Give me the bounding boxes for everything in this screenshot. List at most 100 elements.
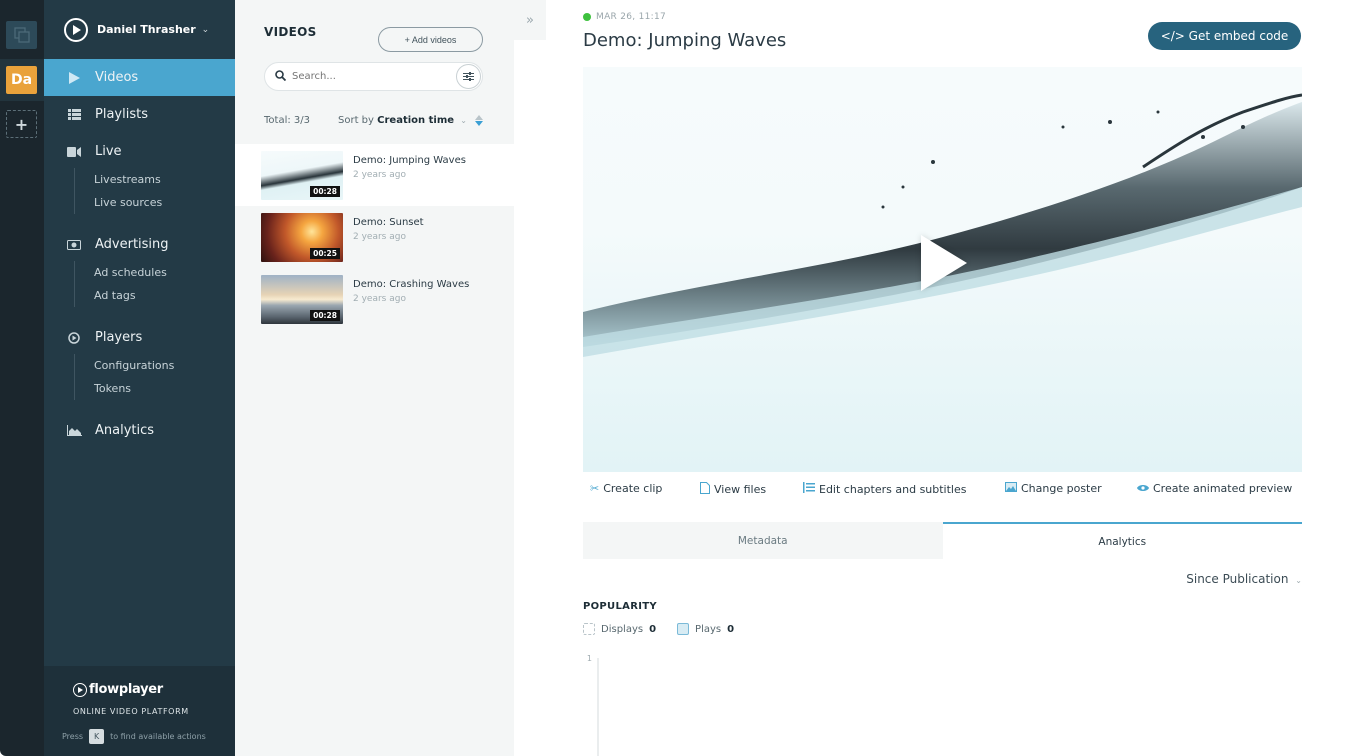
- tab-metadata[interactable]: Metadata: [583, 522, 943, 559]
- chevron-down-icon: ⌄: [201, 24, 210, 35]
- video-list-item[interactable]: 00:25 Demo: Sunset 2 years ago: [235, 206, 514, 268]
- chapters-icon: [803, 482, 815, 496]
- legend-displays[interactable]: Displays 0: [583, 623, 656, 635]
- action-label: Edit chapters and subtitles: [819, 482, 967, 496]
- date-range-value: Since Publication: [1186, 572, 1289, 586]
- scissors-icon: ✂: [590, 482, 600, 495]
- nav-item-label: Live: [95, 144, 122, 159]
- workspace-switcher-button[interactable]: [6, 21, 37, 49]
- nav-item-analytics[interactable]: Analytics: [44, 412, 235, 449]
- nav-item-playlists[interactable]: Playlists: [44, 96, 235, 133]
- money-icon: [66, 239, 82, 250]
- video-thumbnail: 00:25: [261, 213, 343, 262]
- video-title: Demo: Crashing Waves: [353, 279, 470, 290]
- search-input[interactable]: [292, 71, 442, 82]
- nav-item-advertising[interactable]: Advertising: [44, 226, 235, 263]
- brand-tagline: ONLINE VIDEO PLATFORM: [73, 707, 189, 716]
- camera-icon: [66, 146, 82, 157]
- nav-subitem-ad-schedules[interactable]: Ad schedules: [94, 261, 235, 284]
- nav-item-live[interactable]: Live: [44, 133, 235, 170]
- video-title: Demo: Sunset: [353, 217, 424, 228]
- publish-status: MAR 26, 11:17: [583, 12, 666, 22]
- get-embed-code-button[interactable]: </> Get embed code: [1148, 22, 1301, 50]
- publish-date: MAR 26, 11:17: [596, 12, 667, 22]
- legend-plays[interactable]: Plays 0: [677, 623, 734, 635]
- sort-prefix: Sort by: [338, 115, 374, 126]
- chevron-down-icon: ⌄: [460, 116, 467, 125]
- total-count: Total: 3/3: [264, 115, 310, 126]
- list-icon: [66, 109, 82, 120]
- filter-settings-icon[interactable]: [456, 64, 481, 89]
- search-icon: [275, 69, 287, 84]
- view-files-button[interactable]: View files: [700, 482, 766, 497]
- live-submenu: Livestreams Live sources: [74, 168, 235, 214]
- sort-desc-icon: [474, 121, 483, 126]
- video-list-item[interactable]: 00:28 Demo: Crashing Waves 2 years ago: [235, 268, 514, 330]
- video-title: Demo: Jumping Waves: [353, 155, 466, 166]
- nav-footer: flowplayer ONLINE VIDEO PLATFORM Press K…: [44, 666, 235, 756]
- nav-subitem-tokens[interactable]: Tokens: [94, 377, 235, 400]
- workspace-da-button[interactable]: Da: [6, 66, 37, 94]
- status-dot-icon: [583, 13, 591, 21]
- advertising-submenu: Ad schedules Ad tags: [74, 261, 235, 307]
- flowplayer-logo-icon: [73, 682, 87, 697]
- hint-suffix: to find available actions: [110, 732, 206, 741]
- nav-item-label: Videos: [95, 70, 139, 85]
- add-workspace-button[interactable]: +: [6, 110, 37, 138]
- nav-item-label: Playlists: [95, 107, 148, 122]
- nav-subitem-configurations[interactable]: Configurations: [94, 354, 235, 377]
- nav-item-players[interactable]: Players: [44, 319, 235, 356]
- change-poster-button[interactable]: Change poster: [1005, 482, 1102, 495]
- detail-tabs: Metadata Analytics: [583, 522, 1302, 559]
- sort-dropdown[interactable]: Sort by Creation time ⌄: [338, 115, 467, 126]
- chart-icon: [66, 425, 82, 436]
- video-thumbnail: 00:28: [261, 275, 343, 324]
- list-meta-row: Total: 3/3 Sort by Creation time ⌄: [264, 115, 489, 126]
- create-clip-button[interactable]: ✂ Create clip: [590, 482, 662, 495]
- video-actions: ✂ Create clip View files Edit chapters a…: [583, 482, 1302, 498]
- tab-analytics[interactable]: Analytics: [942, 522, 1302, 559]
- date-range-dropdown[interactable]: Since Publication ⌄: [1186, 572, 1302, 586]
- collapse-panel-button[interactable]: »: [514, 0, 546, 40]
- legend-label: Displays: [601, 623, 644, 635]
- nav-subitem-ad-tags[interactable]: Ad tags: [94, 284, 235, 307]
- video-age: 2 years ago: [353, 232, 406, 242]
- video-duration: 00:28: [310, 186, 340, 197]
- video-duration: 00:25: [310, 248, 340, 259]
- create-animated-preview-button[interactable]: Create animated preview: [1137, 482, 1292, 495]
- brand-name: flowplayer: [89, 682, 163, 697]
- sort-asc-icon: [474, 115, 483, 120]
- y-axis-tick: 1: [587, 654, 592, 663]
- video-list-item[interactable]: 00:28 Demo: Jumping Waves 2 years ago: [235, 144, 514, 206]
- account-menu[interactable]: Daniel Thrasher ⌄: [44, 0, 235, 59]
- popularity-legend: Displays 0 Plays 0: [583, 623, 755, 635]
- action-label: Create animated preview: [1153, 482, 1293, 495]
- shortcut-hint: Press K to find available actions: [62, 729, 206, 744]
- edit-chapters-button[interactable]: Edit chapters and subtitles: [803, 482, 967, 496]
- video-age: 2 years ago: [353, 170, 406, 180]
- add-videos-button[interactable]: + Add videos: [378, 27, 483, 52]
- nav-subitem-live-sources[interactable]: Live sources: [94, 191, 235, 214]
- video-player[interactable]: [583, 67, 1302, 472]
- sort-value: Creation time: [377, 115, 455, 126]
- action-label: View files: [714, 483, 767, 496]
- nav-item-videos[interactable]: Videos: [44, 59, 235, 96]
- nav-subitem-livestreams[interactable]: Livestreams: [94, 168, 235, 191]
- file-icon: [700, 482, 710, 497]
- sort-direction-toggle[interactable]: [474, 115, 483, 126]
- shortcut-key: K: [89, 729, 105, 744]
- workspace-rail: Da +: [0, 0, 44, 756]
- popularity-title: POPULARITY: [583, 601, 657, 612]
- eye-icon: [1137, 482, 1149, 495]
- video-detail-title: Demo: Jumping Waves: [583, 30, 787, 51]
- legend-value: 0: [727, 623, 735, 635]
- videos-panel-title: VIDEOS: [264, 25, 317, 39]
- video-search: [264, 62, 483, 91]
- play-button-icon[interactable]: [921, 235, 967, 291]
- popularity-chart: 1: [587, 654, 599, 756]
- plays-swatch-icon: [677, 623, 690, 635]
- action-label: Change poster: [1021, 482, 1102, 495]
- legend-value: 0: [649, 623, 657, 635]
- nav-item-label: Analytics: [95, 423, 155, 438]
- flowplayer-brand: flowplayer: [73, 682, 163, 697]
